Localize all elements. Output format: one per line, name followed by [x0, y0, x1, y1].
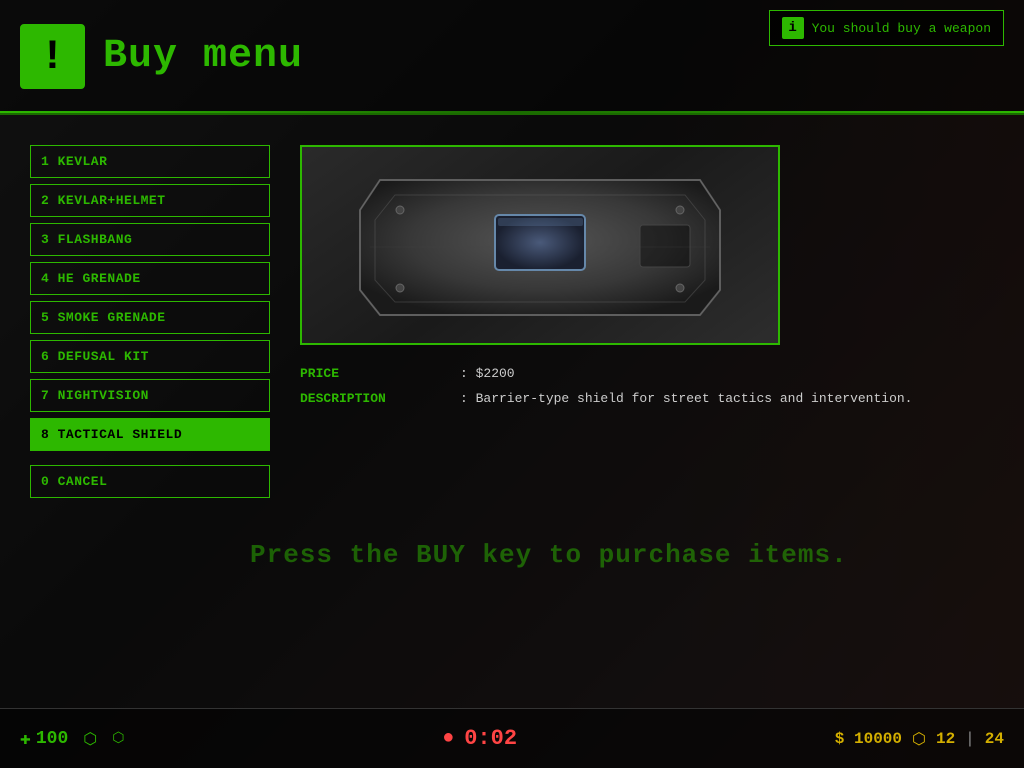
- hud-ammo-separator: ⬡: [912, 729, 926, 749]
- health-icon: ✚: [20, 728, 31, 750]
- description-label: DESCRIPTION: [300, 391, 460, 406]
- price-label: PRICE: [300, 366, 460, 381]
- menu-item-kevlar-helmet[interactable]: 2 KEVLAR+HELMET: [30, 184, 270, 217]
- item-details: PRICE : $2200 DESCRIPTION : Barrier-type…: [300, 361, 994, 421]
- hud-overlay: ! Buy menu i You should buy a weapon 1 K…: [0, 0, 1024, 768]
- armor-icon: ⬡: [83, 729, 97, 749]
- menu-item-tactical-shield[interactable]: 8 TACTICAL SHIELD: [30, 418, 270, 451]
- hud-health: ✚ 100: [20, 728, 68, 750]
- bomb-icon: ●: [442, 727, 454, 750]
- item-image-box: [300, 145, 780, 345]
- menu-panel: 1 KEVLAR 2 KEVLAR+HELMET 3 FLASHBANG 4 H…: [0, 115, 1024, 708]
- hud-ammo-reserve: 24: [985, 730, 1004, 748]
- description-row: DESCRIPTION : Barrier-type shield for st…: [300, 391, 994, 406]
- notification-box: i You should buy a weapon: [769, 10, 1004, 46]
- hud-money: $ 10000: [835, 730, 902, 748]
- notification-icon: i: [782, 17, 804, 39]
- shield-image: [350, 160, 730, 330]
- item-preview-panel: PRICE : $2200 DESCRIPTION : Barrier-type…: [300, 145, 994, 688]
- menu-item-he-grenade[interactable]: 4 HE GRENADE: [30, 262, 270, 295]
- menu-item-cancel[interactable]: 0 CANCEL: [30, 465, 270, 498]
- hud-timer: 0:02: [464, 726, 517, 751]
- hud-ammo-current: 12: [936, 730, 955, 748]
- price-value: : $2200: [460, 366, 515, 381]
- hud-center: ● 0:02: [442, 726, 517, 751]
- menu-items-list: 1 KEVLAR 2 KEVLAR+HELMET 3 FLASHBANG 4 H…: [30, 145, 270, 688]
- menu-item-flashbang[interactable]: 3 FLASHBANG: [30, 223, 270, 256]
- bottom-hud: ✚ 100 ⬡ ⬡ ● 0:02 $ 10000 ⬡ 12 | 24: [0, 708, 1024, 768]
- health-value: 100: [36, 729, 68, 749]
- hud-ammo-pipe: |: [965, 730, 975, 748]
- menu-item-smoke-grenade[interactable]: 5 SMOKE GRENADE: [30, 301, 270, 334]
- hud-right: $ 10000 ⬡ 12 | 24: [835, 729, 1004, 749]
- hud-left: ✚ 100 ⬡ ⬡: [20, 728, 124, 750]
- header-icon: !: [20, 24, 85, 89]
- header-bar: ! Buy menu i You should buy a weapon: [0, 0, 1024, 115]
- armor-secondary-icon: ⬡: [112, 730, 124, 747]
- menu-item-kevlar[interactable]: 1 KEVLAR: [30, 145, 270, 178]
- menu-item-defusal-kit[interactable]: 6 DEFUSAL KIT: [30, 340, 270, 373]
- notification-message: You should buy a weapon: [812, 21, 991, 36]
- price-row: PRICE : $2200: [300, 366, 994, 381]
- description-value: : Barrier-type shield for street tactics…: [460, 391, 912, 406]
- header-title: Buy menu: [103, 34, 303, 79]
- menu-item-nightvision[interactable]: 7 NIGHTVISION: [30, 379, 270, 412]
